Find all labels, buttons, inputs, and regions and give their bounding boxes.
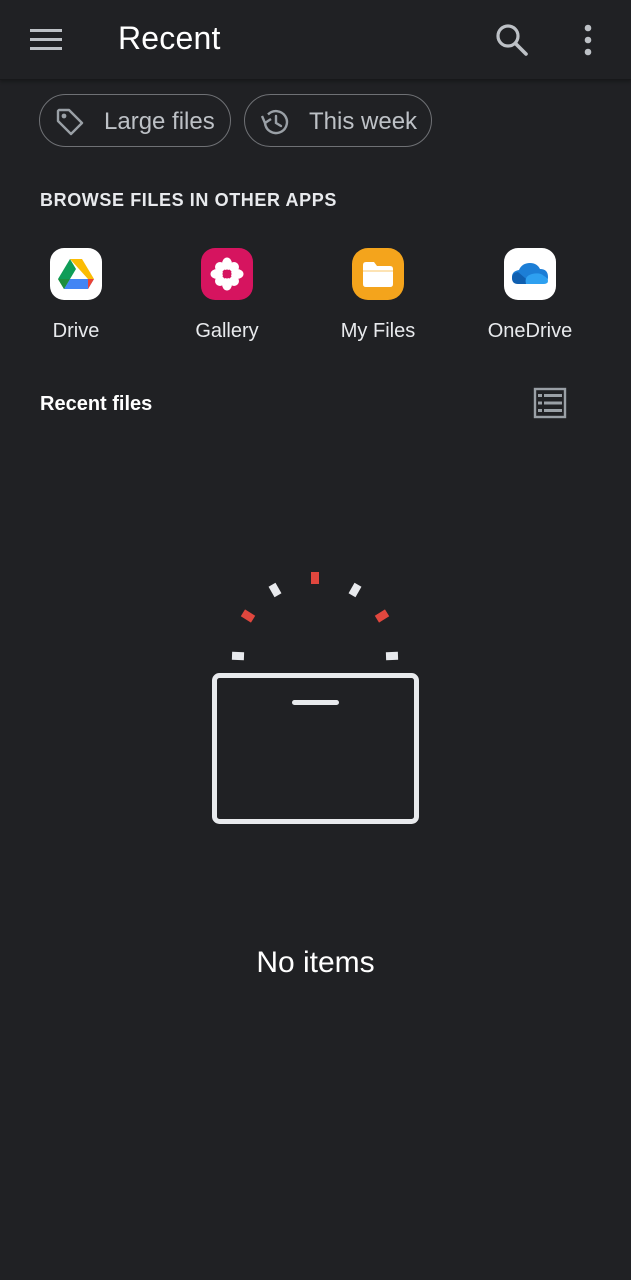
- onedrive-cloud-icon: [504, 248, 556, 300]
- large-files-chip[interactable]: Large files: [39, 94, 231, 147]
- empty-box-illustration: [200, 560, 432, 835]
- top-app-bar: Recent: [0, 0, 631, 80]
- tag-icon: [54, 106, 86, 138]
- app-label: OneDrive: [487, 320, 573, 342]
- browse-section-title: BROWSE FILES IN OTHER APPS: [40, 190, 337, 210]
- app-onedrive[interactable]: OneDrive: [460, 248, 600, 348]
- google-drive-icon: [50, 248, 102, 300]
- app-drive[interactable]: Drive: [6, 248, 146, 348]
- list-view-icon[interactable]: [532, 386, 568, 420]
- app-gallery[interactable]: Gallery: [157, 248, 297, 348]
- history-icon: [259, 106, 291, 138]
- app-my-files[interactable]: My Files: [308, 248, 448, 348]
- hamburger-menu-icon[interactable]: [26, 22, 66, 58]
- empty-state-text: No items: [256, 946, 375, 979]
- folder-icon: [352, 248, 404, 300]
- chip-label: This week: [309, 108, 418, 135]
- chip-label: Large files: [104, 108, 215, 135]
- recent-files-title: Recent files: [40, 393, 153, 415]
- search-icon[interactable]: [492, 20, 532, 60]
- page-title: Recent: [118, 20, 221, 56]
- app-label: Drive: [52, 320, 100, 342]
- this-week-chip[interactable]: This week: [244, 94, 432, 147]
- app-label: My Files: [340, 320, 416, 342]
- more-vertical-icon[interactable]: [572, 20, 604, 60]
- gallery-flower-icon: [201, 248, 253, 300]
- app-label: Gallery: [195, 320, 259, 342]
